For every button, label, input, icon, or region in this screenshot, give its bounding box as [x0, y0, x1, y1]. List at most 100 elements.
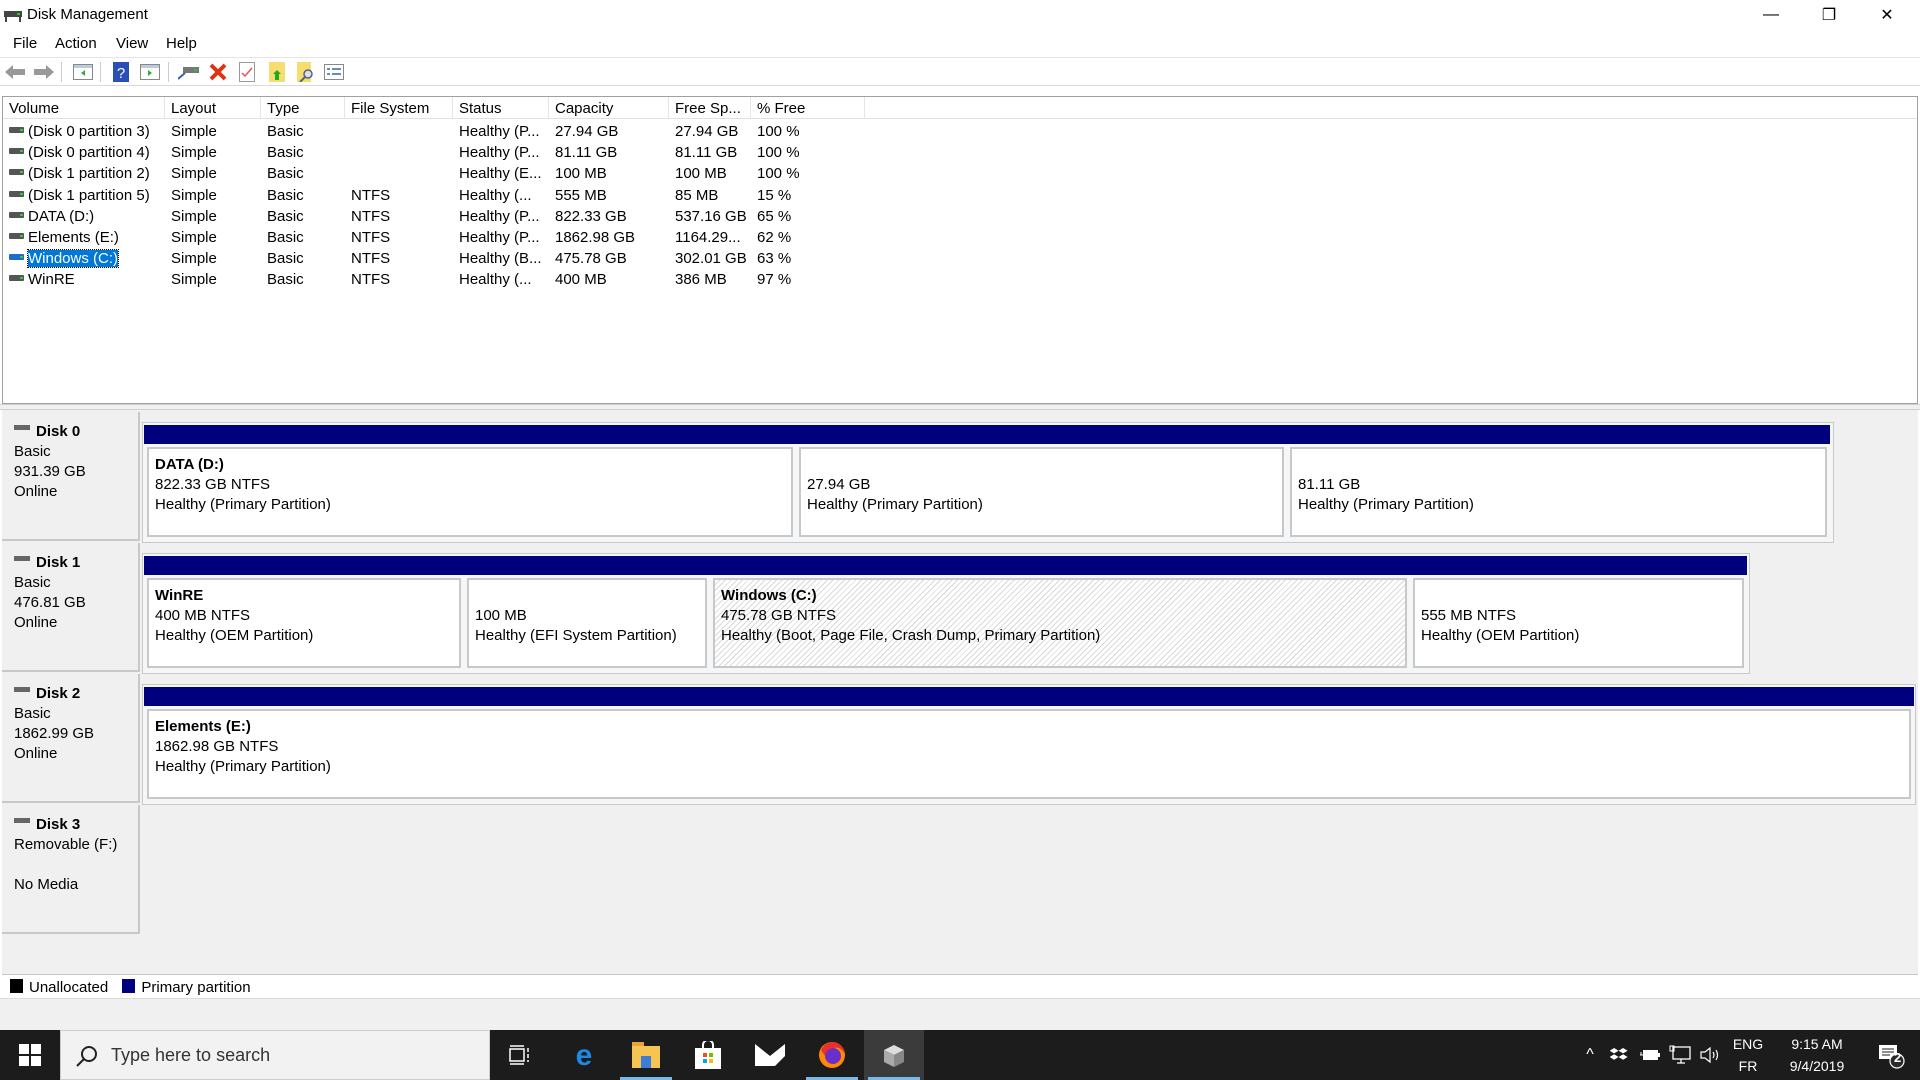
- cell-layout: Simple: [171, 144, 217, 162]
- show-hide-action-pane-button[interactable]: [139, 62, 161, 82]
- cell-status: Healthy (P...: [459, 229, 540, 246]
- partition-block[interactable]: Windows (C:) 475.78 GB NTFS Healthy (Boot,…: [710, 556, 1410, 671]
- cell-type: Basic: [267, 207, 304, 225]
- volume-row[interactable]: (Disk 1 partition 5) Simple Basic NTFS Healt…: [3, 185, 1917, 206]
- column-header-percent-free[interactable]: % Free: [751, 97, 865, 119]
- properties-button[interactable]: [236, 62, 258, 82]
- disk-info-panel[interactable]: Disk 1 Basic 476.81 GB Online: [2, 543, 140, 672]
- volume-row[interactable]: (Disk 0 partition 4) Simple Basic Healthy (…: [3, 142, 1917, 163]
- help-button[interactable]: ?: [110, 62, 132, 82]
- volume-name: Elements (E:): [28, 229, 119, 246]
- disk-type: Removable (F:): [14, 836, 118, 853]
- disk-info-panel[interactable]: Disk 2 Basic 1862.99 GB Online: [2, 674, 140, 803]
- restore-button[interactable]: ❐: [1800, 0, 1858, 30]
- menu-help[interactable]: Help: [166, 35, 197, 52]
- volume-row[interactable]: Windows (C:) Simple Basic NTFS Healthy (B...…: [3, 248, 1917, 269]
- explore-button[interactable]: [295, 62, 317, 82]
- volume-drive-icon: [9, 127, 24, 134]
- forward-button[interactable]: [33, 62, 55, 82]
- volume-name: Windows (C:): [26, 249, 120, 269]
- dropbox-icon: [1610, 1048, 1628, 1060]
- chevron-up-icon: ^: [1586, 1046, 1594, 1063]
- disk-management-taskbar-button[interactable]: [864, 1030, 924, 1080]
- volume-row[interactable]: (Disk 1 partition 2) Simple Basic Healthy (…: [3, 163, 1917, 184]
- volume-row[interactable]: Elements (E:) Simple Basic NTFS Healthy (P..…: [3, 227, 1917, 248]
- file-explorer-taskbar-button[interactable]: [616, 1030, 676, 1080]
- cell-capacity: 81.11 GB: [555, 144, 618, 162]
- back-button[interactable]: [4, 62, 26, 82]
- close-button[interactable]: ✕: [1858, 0, 1916, 30]
- column-header-capacity[interactable]: Capacity: [549, 97, 669, 119]
- partition-block[interactable]: 27.94 GB Healthy (Primary Partition): [796, 425, 1287, 540]
- mail-icon: [755, 1044, 785, 1066]
- disk-management-icon: [884, 1045, 904, 1067]
- settings-list-button[interactable]: [323, 62, 345, 82]
- cell-capacity: 1862.98 GB: [555, 229, 636, 246]
- connect-virtual-disk-button[interactable]: [178, 62, 200, 82]
- minimize-button[interactable]: —: [1742, 0, 1800, 30]
- partition-details: DATA (D:) 822.33 GB NTFS Healthy (Primary …: [147, 447, 793, 537]
- taskbar-search-box[interactable]: Type here to search: [60, 1030, 490, 1080]
- menu-action[interactable]: Action: [55, 35, 97, 52]
- partition-details: Windows (C:) 475.78 GB NTFS Healthy (Boot,…: [713, 578, 1407, 668]
- disk-type: Basic: [14, 443, 51, 460]
- disk-state: No Media: [14, 876, 79, 893]
- partition-block[interactable]: 81.11 GB Healthy (Primary Partition): [1287, 425, 1830, 540]
- disk-state: Online: [14, 745, 58, 762]
- disk-name: Disk 3: [36, 816, 81, 833]
- task-view-button[interactable]: [490, 1030, 550, 1080]
- search-placeholder: Type here to search: [111, 1045, 271, 1065]
- menu-view[interactable]: View: [116, 35, 148, 52]
- mail-taskbar-button[interactable]: [740, 1030, 800, 1080]
- show-hidden-icons-button[interactable]: ^: [1578, 1030, 1602, 1080]
- volume-tray-button[interactable]: [1696, 1030, 1724, 1080]
- column-header-file-system[interactable]: File System: [345, 97, 453, 119]
- volume-list-header: Volume Layout Type File System Status Ca…: [3, 97, 1917, 119]
- volume-row[interactable]: (Disk 0 partition 3) Simple Basic Healthy (…: [3, 121, 1917, 142]
- cell-free-space: 386 MB: [675, 271, 727, 289]
- dropbox-tray-button[interactable]: [1606, 1030, 1632, 1080]
- column-header-type[interactable]: Type: [261, 97, 345, 119]
- partition-block[interactable]: Elements (E:) 1862.98 GB NTFS Healthy (Pri…: [144, 687, 1914, 802]
- volume-name: WinRE: [28, 271, 75, 289]
- edge-taskbar-button[interactable]: e: [554, 1030, 614, 1080]
- disk-info-panel[interactable]: Disk 3 Removable (F:) No Media: [2, 805, 140, 934]
- menu-file[interactable]: File: [13, 35, 37, 52]
- input-language-button[interactable]: ENG FR: [1728, 1033, 1768, 1077]
- store-taskbar-button[interactable]: [678, 1030, 738, 1080]
- cell-percent-free: 100 %: [757, 165, 800, 183]
- start-button[interactable]: [0, 1030, 60, 1080]
- menu-bar: File Action View Help: [0, 30, 1920, 58]
- disk-row: Disk 3 Removable (F:) No Media: [2, 805, 1918, 936]
- cell-volume: WinRE: [9, 271, 75, 288]
- network-tray-button[interactable]: [1666, 1030, 1694, 1080]
- cell-layout: Simple: [171, 207, 217, 225]
- show-hide-console-tree-button[interactable]: [72, 62, 94, 82]
- disk-info-panel[interactable]: Disk 0 Basic 931.39 GB Online: [2, 412, 140, 541]
- volume-drive-icon: [9, 233, 24, 240]
- clock-button[interactable]: 9:15 AM 9/4/2019: [1772, 1033, 1862, 1077]
- partition-name: [1298, 455, 1825, 475]
- partition-block[interactable]: WinRE 400 MB NTFS Healthy (OEM Partition): [144, 556, 464, 671]
- partition-block[interactable]: 555 MB NTFS Healthy (OEM Partition): [1410, 556, 1747, 671]
- firefox-taskbar-button[interactable]: [802, 1030, 862, 1080]
- partition-name: DATA (D:): [155, 456, 224, 473]
- volume-name: (Disk 1 partition 5): [28, 186, 150, 204]
- partition-size: 555 MB NTFS: [1421, 607, 1517, 624]
- volume-row[interactable]: DATA (D:) Simple Basic NTFS Healthy (P... 822…: [3, 206, 1917, 227]
- column-header-volume[interactable]: Volume: [3, 97, 165, 119]
- volume-row[interactable]: WinRE Simple Basic NTFS Healthy (... 400 MB 38…: [3, 269, 1917, 290]
- partition-block[interactable]: DATA (D:) 822.33 GB NTFS Healthy (Primary …: [144, 425, 796, 540]
- keyboard-layout-code: FR: [1738, 1058, 1758, 1074]
- disk-row: Disk 2 Basic 1862.99 GB Online Elements (E:)…: [2, 674, 1918, 805]
- column-header-status[interactable]: Status: [453, 97, 549, 119]
- column-header-layout[interactable]: Layout: [165, 97, 261, 119]
- delete-button[interactable]: [207, 62, 229, 82]
- action-center-button[interactable]: 2: [1866, 1030, 1916, 1080]
- column-header-free-space[interactable]: Free Sp...: [669, 97, 751, 119]
- open-folder-up-button[interactable]: [266, 62, 288, 82]
- partition-block[interactable]: 100 MB Healthy (EFI System Partition): [464, 556, 710, 671]
- partition-name: [1421, 586, 1742, 606]
- disk-state: Online: [14, 483, 58, 500]
- battery-tray-button[interactable]: [1636, 1030, 1664, 1080]
